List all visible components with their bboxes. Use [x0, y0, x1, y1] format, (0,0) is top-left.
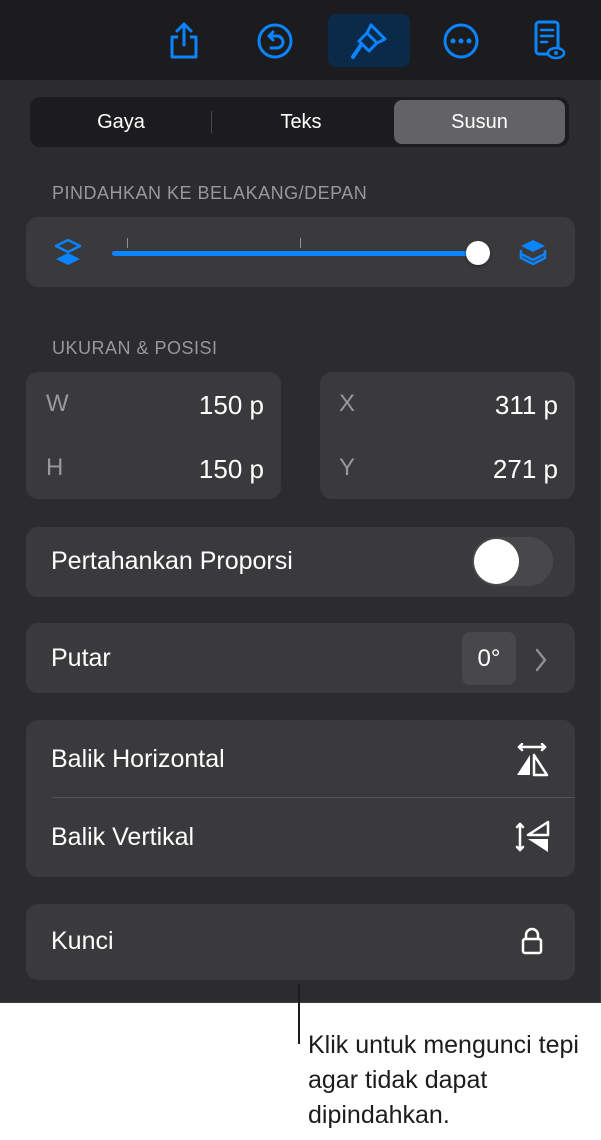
slider-tick	[127, 238, 128, 248]
reader-view-icon	[534, 20, 566, 59]
flip-divider	[52, 797, 575, 798]
x-field[interactable]: 311 p	[434, 390, 558, 421]
flip-horizontal-icon[interactable]	[514, 743, 550, 777]
tab-gaya[interactable]: Gaya	[34, 100, 208, 144]
flip-vertical-button[interactable]: Balik Vertikal	[51, 823, 194, 852]
lock-icon[interactable]	[520, 926, 544, 956]
y-field[interactable]: 271 p	[434, 454, 558, 485]
format-brush-icon	[351, 23, 387, 59]
arrange-slider-knob[interactable]	[466, 241, 490, 265]
chevron-right-icon[interactable]	[533, 647, 549, 673]
height-label: H	[46, 454, 64, 481]
more-icon	[443, 23, 479, 58]
more-button[interactable]	[420, 14, 502, 67]
height-field[interactable]: 150 p	[140, 454, 264, 485]
y-label: Y	[339, 454, 356, 481]
rotate-label: Putar	[51, 644, 111, 672]
proportion-label: Pertahankan Proporsi	[51, 547, 293, 575]
proportion-toggle[interactable]	[472, 537, 553, 586]
flip-horizontal-button[interactable]: Balik Horizontal	[51, 745, 225, 774]
undo-icon	[257, 23, 293, 58]
lock-label: Kunci	[51, 927, 114, 955]
share-button[interactable]	[143, 14, 225, 67]
tab-bar: Gaya Teks Susun	[30, 97, 569, 147]
arrange-section-label: PINDAHKAN KE BELAKANG/DEPAN	[52, 183, 368, 203]
tab-susun[interactable]: Susun	[394, 100, 565, 144]
toggle-knob	[474, 539, 519, 584]
tab-divider	[211, 111, 212, 133]
width-field[interactable]: 150 p	[140, 390, 264, 421]
callout-text: Klik untuk mengunci tepi agar tidak dapa…	[308, 1031, 579, 1129]
reader-view-button[interactable]	[508, 14, 590, 67]
flip-vertical-icon[interactable]	[515, 819, 551, 855]
format-button[interactable]	[328, 14, 410, 67]
x-label: X	[339, 390, 356, 417]
send-backward-icon[interactable]	[52, 236, 84, 268]
width-label: W	[46, 390, 69, 417]
size-position-section-label: UKURAN & POSISI	[52, 338, 218, 358]
arrange-slider-track[interactable]	[112, 251, 480, 256]
flip-card	[26, 720, 575, 877]
rotate-angle-field[interactable]: 0°	[462, 632, 516, 685]
callout-line	[298, 984, 300, 1044]
bring-forward-icon[interactable]	[517, 236, 549, 268]
undo-button[interactable]	[234, 14, 316, 67]
toolbar	[0, 0, 601, 80]
share-icon	[170, 22, 198, 58]
tab-teks[interactable]: Teks	[214, 100, 388, 144]
slider-tick	[300, 238, 301, 248]
